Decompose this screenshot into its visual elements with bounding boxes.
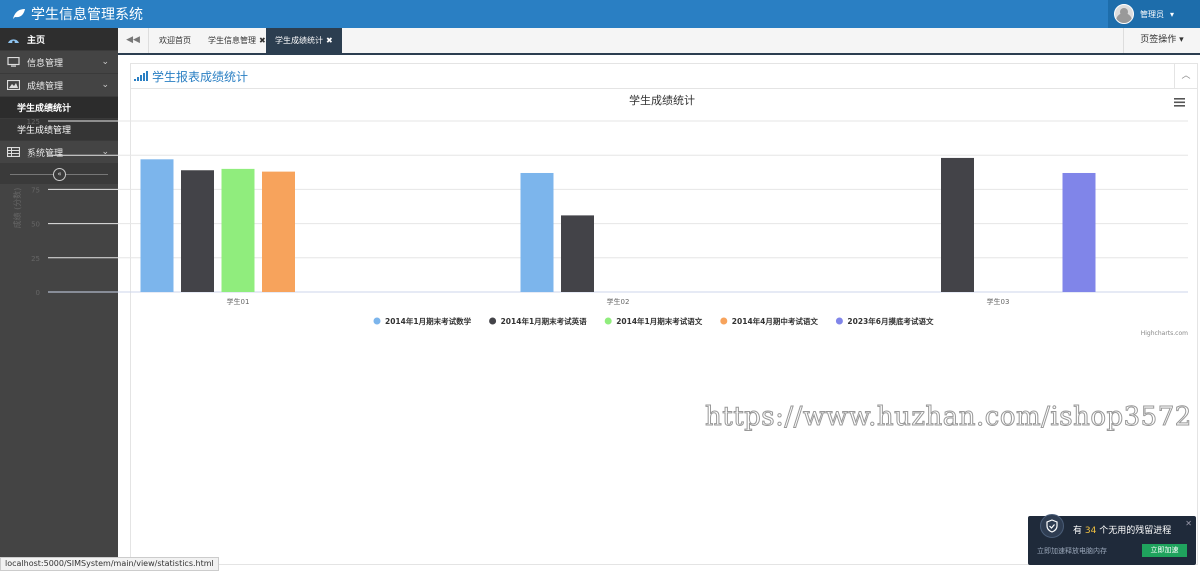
chart-credits[interactable]: Highcharts.com	[1141, 330, 1188, 337]
y-tick-label: 75	[31, 186, 40, 194]
legend-item[interactable]: 2014年1月期末考试语文	[604, 316, 703, 326]
bar[interactable]	[520, 172, 554, 292]
legend-label: 2014年1月期末考试英语	[501, 316, 588, 326]
y-tick-label: 100	[27, 152, 40, 160]
bar-chart: 学生成绩统计 0 25 50 75 100 125 成绩 (分数) 学生01 学生02 学生0…	[12, 88, 1200, 343]
app-title: 学生信息管理系统	[31, 7, 143, 23]
popup-title: 有 34 个无用的残留进程	[1073, 523, 1171, 536]
legend-marker	[604, 317, 612, 325]
monitor-icon	[7, 57, 20, 67]
x-tick-label: 学生02	[607, 297, 630, 306]
signal-bars-icon	[134, 71, 148, 81]
tab-grade-statistics[interactable]: 学生成绩统计 ✖	[266, 28, 342, 53]
sidebar-item-label: 主页	[27, 35, 46, 46]
bar[interactable]	[221, 168, 255, 292]
y-axis-label: 成绩 (分数)	[12, 188, 22, 229]
user-name: 管理员	[1140, 9, 1164, 19]
y-tick-label: 0	[36, 289, 40, 297]
close-icon[interactable]: ✕	[1185, 519, 1192, 528]
notification-popup: 有 34 个无用的残留进程 立即加速释放电脑内存 立即加速 ✕	[1028, 514, 1196, 565]
legend-marker	[835, 317, 843, 325]
avatar	[1114, 4, 1134, 24]
y-tick-label: 50	[31, 221, 40, 229]
tab-label: 学生成绩统计	[275, 36, 323, 45]
tab-operations-label: 页签操作	[1140, 35, 1177, 45]
tab-scroll-left-icon[interactable]: ◀◀	[118, 28, 149, 53]
y-tick-label: 25	[31, 255, 40, 263]
accelerate-button[interactable]: 立即加速	[1142, 544, 1187, 557]
top-bar: 学生信息管理系统 管理员 ▾	[0, 0, 1200, 28]
tab-student-info[interactable]: 学生信息管理 ✖	[199, 28, 275, 53]
legend-marker	[489, 317, 497, 325]
legend-marker	[373, 317, 381, 325]
user-menu[interactable]: 管理员 ▾	[1108, 0, 1200, 28]
legend-item[interactable]: 2014年1月期末考试英语	[489, 316, 587, 326]
caret-down-icon: ▾	[1179, 35, 1184, 45]
panel-title: 学生报表成绩统计	[152, 69, 249, 84]
leaf-icon	[13, 9, 25, 19]
app-brand[interactable]: 学生信息管理系统	[12, 4, 143, 24]
popup-title-pre: 有	[1073, 526, 1083, 536]
sidebar-item-info[interactable]: 信息管理 ⌄	[0, 51, 118, 74]
sidebar-item-home[interactable]: 主页	[0, 28, 118, 51]
tab-welcome[interactable]: 欢迎首页	[150, 28, 200, 53]
dashboard-icon	[8, 39, 19, 44]
legend-item[interactable]: 2014年1月期末考试数学	[373, 316, 472, 326]
shield-icon	[1040, 514, 1064, 538]
popup-subtitle: 立即加速释放电脑内存	[1037, 547, 1107, 555]
bar[interactable]	[941, 157, 974, 292]
tab-label: 欢迎首页	[159, 36, 191, 45]
chevron-up-icon[interactable]: ︿	[1174, 64, 1197, 88]
chart-svg: 学生成绩统计 0 25 50 75 100 125 成绩 (分数) 学生01 学生02 学生0…	[12, 93, 1188, 337]
bar[interactable]	[262, 171, 295, 292]
tab-bar: ◀◀ 欢迎首页 学生信息管理 ✖ 学生成绩统计 ✖ 页签操作 ▾	[118, 28, 1200, 55]
sidebar-item-label: 信息管理	[27, 58, 64, 69]
legend-label: 2014年1月期末考试数学	[385, 316, 472, 326]
legend-item[interactable]: 2014年4月期中考试语文	[720, 316, 818, 326]
panel-header: 学生报表成绩统计	[131, 64, 1197, 89]
popup-title-post: 个无用的残留进程	[1099, 526, 1172, 536]
close-icon[interactable]: ✖	[259, 36, 266, 45]
watermark-text: https://www.huzhan.com/ishop3572	[705, 402, 1192, 433]
bar[interactable]	[561, 215, 594, 292]
hamburger-menu-icon[interactable]	[1174, 98, 1185, 107]
legend-label: 2014年4月期中考试语文	[732, 316, 819, 326]
chart-title: 学生成绩统计	[629, 93, 695, 107]
y-tick-label: 125	[27, 118, 40, 126]
bar[interactable]	[181, 170, 214, 292]
popup-count: 34	[1084, 526, 1097, 536]
legend-label: 2014年1月期末考试语文	[616, 316, 703, 326]
chevron-down-icon: ⌄	[101, 57, 109, 67]
tab-label: 学生信息管理	[208, 36, 256, 45]
close-icon[interactable]: ✖	[326, 36, 333, 45]
bar[interactable]	[140, 159, 174, 292]
legend-marker	[720, 317, 728, 325]
legend-label: 2023年6月摸底考试语文	[847, 316, 934, 326]
x-tick-label: 学生01	[227, 297, 250, 306]
bar[interactable]	[1062, 172, 1096, 292]
tab-operations-dropdown[interactable]: 页签操作 ▾	[1123, 28, 1200, 53]
x-tick-label: 学生03	[987, 297, 1010, 306]
caret-down-icon: ▾	[1170, 9, 1175, 19]
legend-item[interactable]: 2023年6月摸底考试语文	[835, 316, 934, 326]
